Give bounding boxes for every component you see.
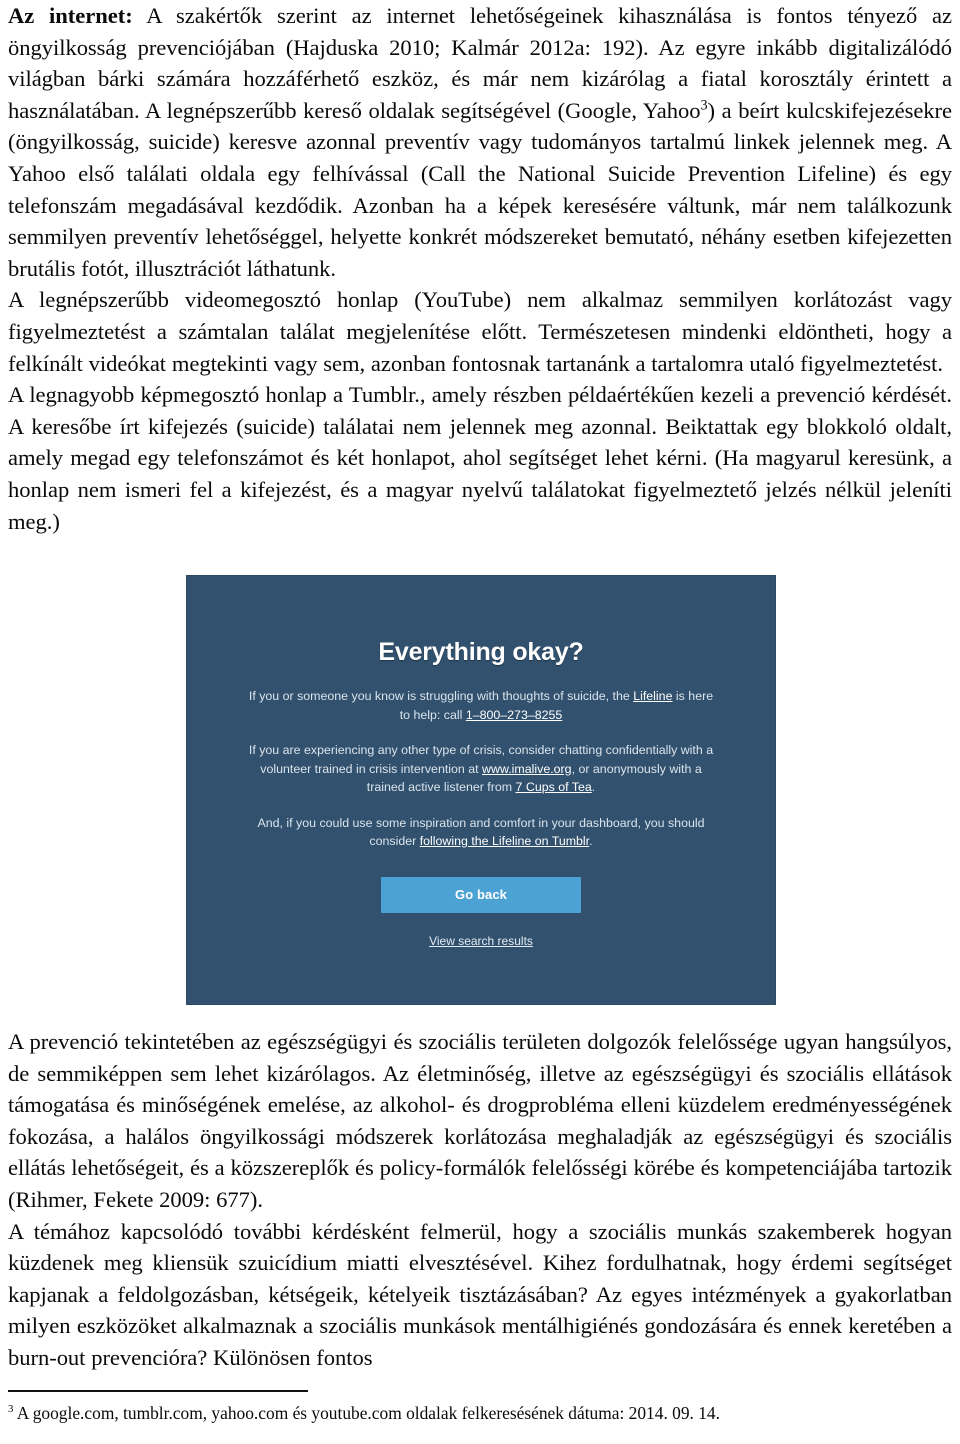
- interstitial-content: Everything okay? If you or someone you k…: [187, 638, 775, 948]
- paragraph-1-text-after-footnote: ) a beírt kulcskifejezésekre (öngyilkoss…: [8, 97, 952, 281]
- figure-tumblr-interstitial: Everything okay? If you or someone you k…: [186, 575, 776, 1005]
- interstitial-crisis-paragraph: If you are experiencing any other type o…: [246, 741, 716, 797]
- footnote-3: 3 A google.com, tumblr.com, yahoo.com és…: [8, 1402, 952, 1424]
- body-text-lower: A prevenció tekintetében az egészségügyi…: [8, 1026, 952, 1374]
- lifeline-text-part-1: If you or someone you know is struggling…: [248, 689, 634, 703]
- interstitial-title: Everything okay?: [378, 638, 584, 666]
- follow-lifeline-on-tumblr-link[interactable]: following the Lifeline on Tumblr: [420, 834, 589, 848]
- paragraph-youtube: A legnépszerűbb videomegosztó honlap (Yo…: [8, 287, 952, 376]
- footnote-separator-rule: [8, 1390, 308, 1392]
- footnote-area: 3 A google.com, tumblr.com, yahoo.com és…: [8, 1390, 952, 1424]
- tumblr-suicide-prevention-screen: Everything okay? If you or someone you k…: [186, 575, 776, 1005]
- footnote-body-text: A google.com, tumblr.com, yahoo.com és y…: [13, 1403, 720, 1423]
- lifeline-phone-link[interactable]: 1–800–273–8255: [466, 708, 562, 722]
- paragraph-lead-label: Az internet:: [8, 3, 133, 28]
- interstitial-inspiration-paragraph: And, if you could use some inspiration a…: [246, 814, 716, 851]
- view-search-results-link[interactable]: View search results: [213, 934, 749, 948]
- document-page: Az internet: A szakértők szerint az inte…: [0, 0, 960, 1444]
- lifeline-link[interactable]: Lifeline: [633, 689, 672, 703]
- paragraph-prevention-responsibility: A prevenció tekintetében az egészségügyi…: [8, 1029, 952, 1212]
- body-text-upper: Az internet: A szakértők szerint az inte…: [8, 0, 952, 537]
- imalive-link[interactable]: www.imalive.org: [482, 762, 572, 776]
- paragraph-social-worker-questions: A témához kapcsolódó további kérdésként …: [8, 1218, 952, 1370]
- crisis-text-part-3: .: [591, 780, 596, 794]
- paragraph-internet: Az internet: A szakértők szerint az inte…: [8, 0, 952, 284]
- paragraph-tumblr: A legnagyobb képmegosztó honlap a Tumblr…: [8, 382, 952, 534]
- go-back-button[interactable]: Go back: [381, 876, 581, 913]
- interstitial-lifeline-paragraph: If you or someone you know is struggling…: [246, 687, 716, 724]
- inspiration-text-part-2: .: [589, 834, 593, 848]
- footnote-reference-marker: 3: [700, 97, 708, 114]
- seven-cups-of-tea-link[interactable]: 7 Cups of Tea: [516, 780, 592, 794]
